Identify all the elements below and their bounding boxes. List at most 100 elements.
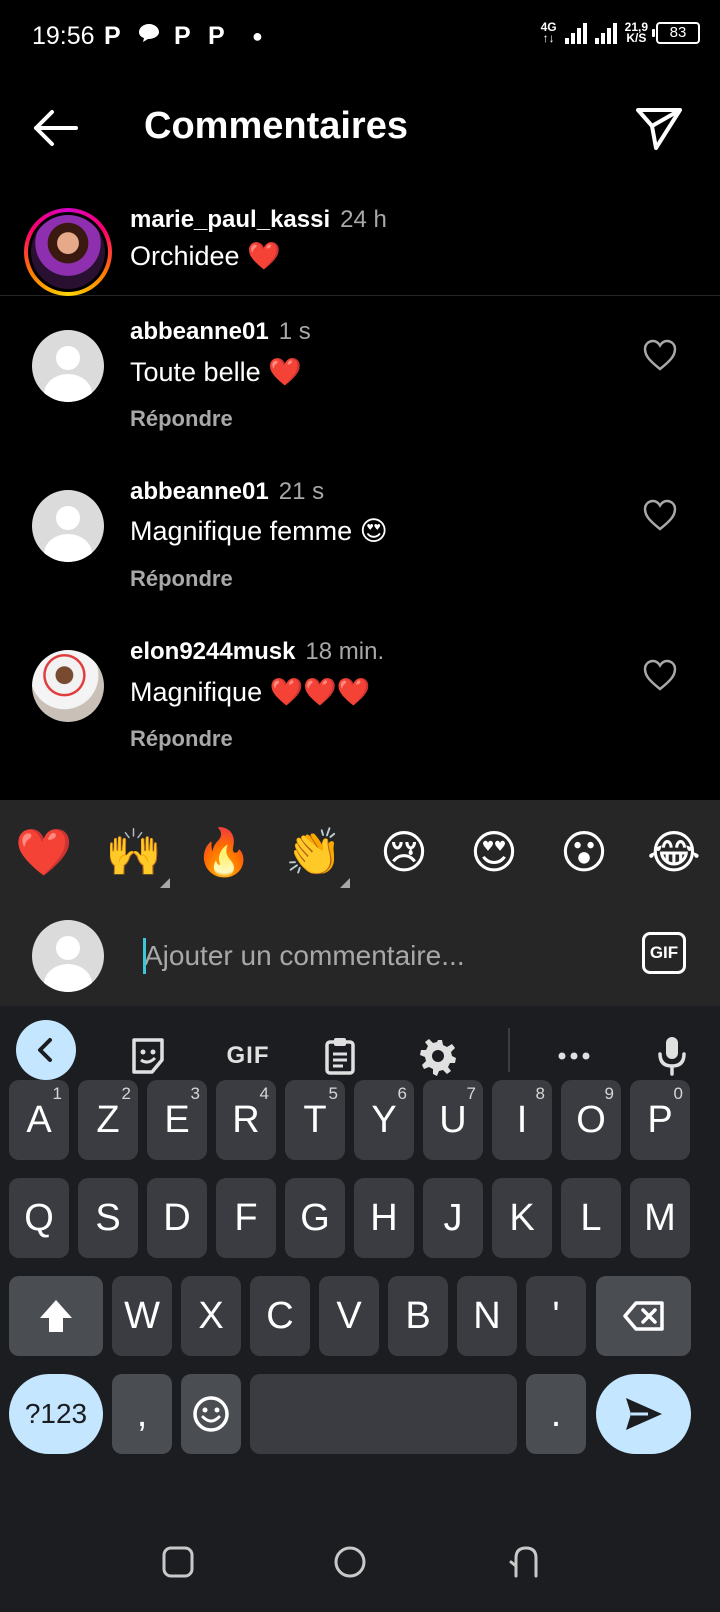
- status-indicators: 4G ↑↓ 21,9 K/S 83: [541, 21, 700, 45]
- key-d[interactable]: D: [147, 1178, 207, 1258]
- key-u[interactable]: U7: [423, 1080, 483, 1160]
- key-apostrophe[interactable]: ': [526, 1276, 586, 1356]
- key-b[interactable]: B: [388, 1276, 448, 1356]
- back-arrow-icon: [34, 110, 78, 146]
- caption-username[interactable]: marie_paul_kassi: [130, 206, 330, 233]
- key-t[interactable]: T5: [285, 1080, 345, 1160]
- notification-app-icon: P: [208, 22, 225, 50]
- emoji-raised-hands-button[interactable]: 🙌: [104, 822, 164, 882]
- emoji-quick-bar: ❤️ 🙌 🔥 👏 😢 😍 😮 😂: [0, 800, 720, 906]
- key-g[interactable]: G: [285, 1178, 345, 1258]
- story-avatar[interactable]: [24, 208, 112, 296]
- key-c[interactable]: C: [250, 1276, 310, 1356]
- clipboard-icon: [325, 1038, 355, 1075]
- reply-button[interactable]: Répondre: [130, 406, 233, 432]
- emoji-heart-button[interactable]: ❤️: [14, 822, 74, 882]
- default-avatar-icon: [32, 920, 104, 992]
- recent-apps-button[interactable]: [158, 1542, 198, 1582]
- comment-item: abbeanne01 1 s Toute belle ❤️ Répondre: [0, 310, 720, 460]
- key-hint: 1: [52, 1084, 62, 1103]
- key-hint: 7: [466, 1084, 476, 1103]
- like-button[interactable]: [642, 498, 678, 532]
- reply-button[interactable]: Répondre: [130, 726, 233, 752]
- key-n[interactable]: N: [457, 1276, 517, 1356]
- user-avatar[interactable]: [32, 650, 104, 722]
- key-o[interactable]: O9: [561, 1080, 621, 1160]
- sticker-button[interactable]: [120, 1028, 176, 1084]
- key-e[interactable]: E3: [147, 1080, 207, 1160]
- comma-key[interactable]: ,: [112, 1374, 172, 1454]
- key-j[interactable]: J: [423, 1178, 483, 1258]
- keyboard-gif-button[interactable]: GIF: [212, 1028, 284, 1084]
- key-y[interactable]: Y6: [354, 1080, 414, 1160]
- network-speed-unit: K/S: [626, 31, 647, 45]
- key-a[interactable]: A1: [9, 1080, 69, 1160]
- like-button[interactable]: [642, 338, 678, 372]
- keyboard-settings-button[interactable]: [410, 1028, 466, 1084]
- key-hint: 8: [535, 1084, 545, 1103]
- comment-text: Toute belle ❤️: [130, 357, 302, 387]
- backspace-key[interactable]: [596, 1276, 691, 1356]
- emoji-heart-eyes-button[interactable]: 😍: [464, 822, 524, 882]
- key-s[interactable]: S: [78, 1178, 138, 1258]
- page-title: Commentaires: [144, 105, 408, 147]
- nav-back-button[interactable]: [506, 1542, 546, 1582]
- key-i[interactable]: I8: [492, 1080, 552, 1160]
- comment-input[interactable]: [144, 934, 604, 978]
- key-r[interactable]: R4: [216, 1080, 276, 1160]
- period-key[interactable]: .: [526, 1374, 586, 1454]
- emoji-key[interactable]: [181, 1374, 241, 1454]
- key-p[interactable]: P0: [630, 1080, 690, 1160]
- send-key[interactable]: [596, 1374, 691, 1454]
- like-button[interactable]: [642, 658, 678, 692]
- default-avatar-icon[interactable]: [32, 330, 104, 402]
- space-key[interactable]: [250, 1374, 517, 1454]
- default-avatar-icon[interactable]: [32, 490, 104, 562]
- key-l[interactable]: L: [561, 1178, 621, 1258]
- key-hint: 3: [190, 1084, 200, 1103]
- back-button[interactable]: [30, 104, 80, 152]
- home-button[interactable]: [330, 1542, 370, 1582]
- keyboard-collapse-button[interactable]: [16, 1020, 76, 1080]
- reply-button[interactable]: Répondre: [130, 566, 233, 592]
- share-button[interactable]: [634, 102, 684, 152]
- gif-button[interactable]: GIF: [642, 932, 686, 974]
- comment-username[interactable]: abbeanne01: [130, 318, 269, 345]
- comment-username[interactable]: abbeanne01: [130, 478, 269, 505]
- chat-notification-icon: [138, 22, 160, 51]
- clipboard-button[interactable]: [312, 1028, 368, 1084]
- emoji-fire-button[interactable]: 🔥: [194, 822, 254, 882]
- heart-outline-icon: [643, 339, 677, 371]
- emoji-surprised-button[interactable]: 😮: [554, 822, 614, 882]
- key-w[interactable]: W: [112, 1276, 172, 1356]
- header: Commentaires: [0, 80, 720, 176]
- key-q[interactable]: Q: [9, 1178, 69, 1258]
- key-x[interactable]: X: [181, 1276, 241, 1356]
- emoji-laughing-button[interactable]: 😂: [644, 822, 704, 882]
- comment-username[interactable]: elon9244musk: [130, 638, 295, 665]
- key-hint: 2: [121, 1084, 131, 1103]
- key-label: R: [232, 1098, 260, 1141]
- more-options-button[interactable]: [546, 1028, 602, 1084]
- chevron-left-icon: [38, 1038, 52, 1062]
- key-h[interactable]: H: [354, 1178, 414, 1258]
- signal-strength-2-icon: [594, 22, 617, 44]
- backspace-icon: [622, 1301, 664, 1331]
- key-f[interactable]: F: [216, 1178, 276, 1258]
- emoji-clap-button[interactable]: 👏: [284, 822, 344, 882]
- key-k[interactable]: K: [492, 1178, 552, 1258]
- emoji-crying-button[interactable]: 😢: [374, 822, 434, 882]
- shift-key[interactable]: [9, 1276, 103, 1356]
- key-label: I: [516, 1098, 528, 1141]
- comment-time: 21 s: [278, 478, 325, 505]
- caption-time: 24 h: [340, 206, 387, 233]
- key-m[interactable]: M: [630, 1178, 690, 1258]
- key-z[interactable]: Z2: [78, 1080, 138, 1160]
- key-v[interactable]: V: [319, 1276, 379, 1356]
- more-horizontal-icon: [558, 1052, 590, 1060]
- status-time: 19:56: [32, 22, 95, 50]
- status-bar: 19:56 P P P ● 4G ↑↓ 21,9 K/S 83: [0, 0, 720, 72]
- comment-item: abbeanne01 21 s Magnifique femme 😍 Répond…: [0, 470, 720, 620]
- symbols-key[interactable]: ?123: [9, 1374, 103, 1454]
- voice-input-button[interactable]: [644, 1028, 700, 1084]
